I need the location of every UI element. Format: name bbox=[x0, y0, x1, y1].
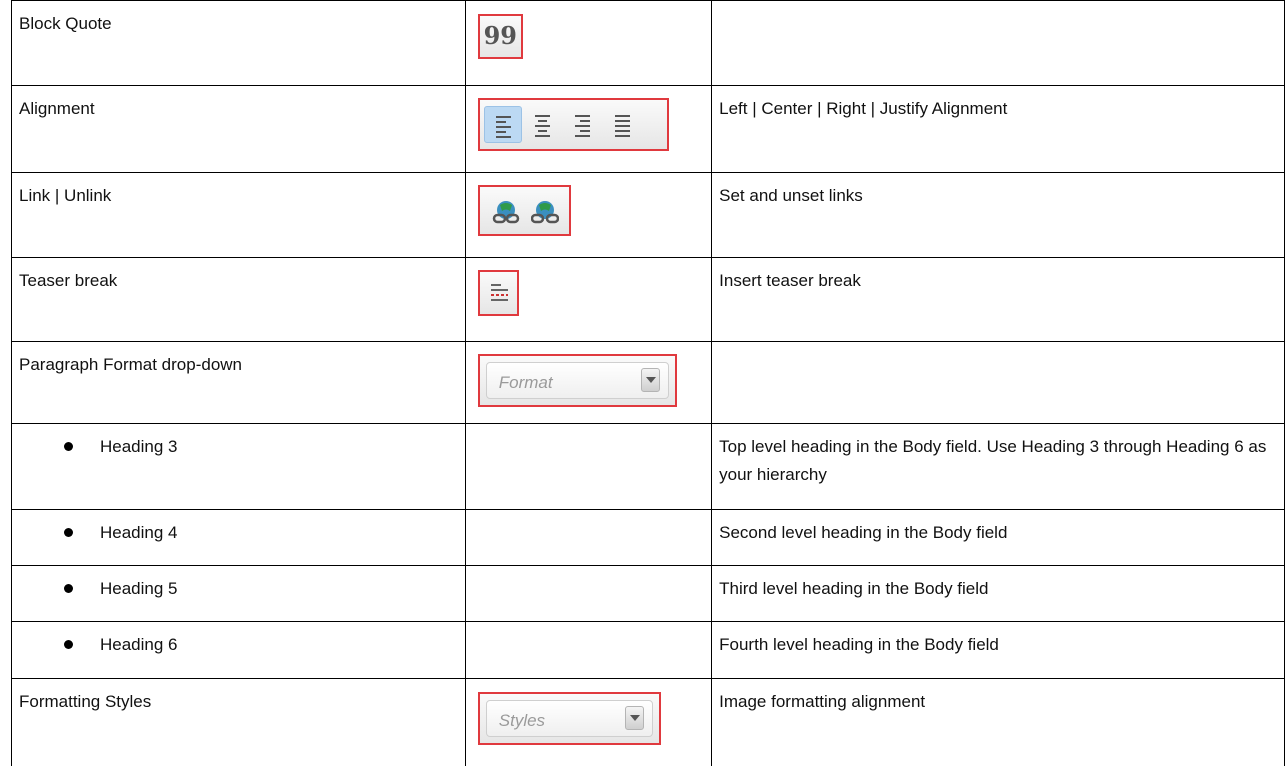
feature-label: Heading 4 bbox=[100, 523, 178, 542]
format-dropdown[interactable]: Format bbox=[485, 362, 669, 399]
styles-dropdown[interactable]: Styles bbox=[485, 700, 653, 737]
table-row: Heading 3 Top level heading in the Body … bbox=[11, 423, 1285, 510]
link-toolbar bbox=[477, 185, 571, 236]
bullet-icon bbox=[64, 583, 73, 593]
styles-dropdown-label: Styles bbox=[498, 711, 546, 730]
feature-label: Formatting Styles bbox=[11, 678, 466, 766]
feature-description: Top level heading in the Body field. Use… bbox=[711, 423, 1285, 510]
table-row: Formatting Styles Styles Image formattin… bbox=[11, 678, 1285, 766]
feature-label: Heading 5 bbox=[100, 579, 178, 598]
feature-label-bulleted: Heading 5 bbox=[11, 565, 466, 622]
toolbar-snippet-cell bbox=[464, 423, 713, 510]
format-dropdown-snippet: Format bbox=[477, 354, 677, 407]
table-row: Paragraph Format drop-down Format bbox=[11, 341, 1285, 424]
bullet-icon bbox=[64, 527, 73, 537]
teaser-break-button[interactable] bbox=[477, 270, 519, 316]
bullet-icon bbox=[64, 441, 73, 451]
feature-label: Alignment bbox=[11, 85, 466, 173]
toolbar-snippet-cell bbox=[464, 621, 713, 679]
feature-description: Image formatting alignment bbox=[711, 678, 1285, 766]
unlink-icon[interactable] bbox=[530, 199, 559, 225]
feature-label: Block Quote bbox=[11, 0, 466, 86]
align-center-icon[interactable] bbox=[524, 106, 562, 143]
feature-label-bulleted: Heading 3 bbox=[11, 423, 466, 510]
feature-label: Heading 3 bbox=[100, 437, 178, 456]
feature-label: Heading 6 bbox=[100, 635, 178, 654]
feature-description: Insert teaser break bbox=[711, 257, 1285, 342]
align-left-icon[interactable] bbox=[483, 106, 522, 143]
feature-label: Teaser break bbox=[11, 257, 466, 342]
toolbar-snippet-cell: Styles bbox=[464, 678, 713, 766]
teaser-break-icon bbox=[490, 284, 508, 304]
align-right-icon[interactable] bbox=[564, 106, 602, 143]
table-row: Heading 5 Third level heading in the Bod… bbox=[11, 565, 1285, 622]
chevron-down-icon[interactable] bbox=[624, 706, 644, 730]
bullet-icon bbox=[64, 639, 73, 649]
format-dropdown-label: Format bbox=[498, 373, 553, 392]
toolbar-snippet-cell bbox=[464, 565, 713, 622]
toolbar-snippet-cell: 99 bbox=[464, 0, 713, 86]
feature-label-bulleted: Heading 6 bbox=[11, 621, 466, 679]
table-row: Heading 4 Second level heading in the Bo… bbox=[11, 509, 1285, 566]
toolbar-snippet-cell: Format bbox=[464, 341, 713, 424]
table-row: Heading 6 Fourth level heading in the Bo… bbox=[11, 621, 1285, 679]
block-quote-button[interactable]: 99 bbox=[477, 14, 523, 59]
styles-dropdown-snippet: Styles bbox=[477, 692, 661, 745]
table-row: Block Quote 99 bbox=[11, 0, 1285, 86]
toolbar-snippet-cell bbox=[464, 509, 713, 566]
feature-description bbox=[711, 341, 1285, 424]
feature-label-bulleted: Heading 4 bbox=[11, 509, 466, 566]
link-icon[interactable] bbox=[492, 199, 520, 225]
feature-description bbox=[711, 0, 1285, 86]
feature-table: Block Quote 99 Alignment Left | Center |… bbox=[11, 0, 1285, 766]
chevron-down-icon[interactable] bbox=[640, 368, 660, 392]
feature-description: Fourth level heading in the Body field bbox=[711, 621, 1285, 679]
feature-description: Third level heading in the Body field bbox=[711, 565, 1285, 622]
table-row: Teaser break Insert teaser break bbox=[11, 257, 1285, 342]
table-row: Alignment Left | Center | Right | Justif… bbox=[11, 85, 1285, 173]
toolbar-snippet-cell bbox=[464, 257, 713, 342]
feature-label: Paragraph Format drop-down bbox=[11, 341, 466, 424]
feature-label: Link | Unlink bbox=[11, 172, 466, 258]
feature-description: Set and unset links bbox=[711, 172, 1285, 258]
quote-icon: 99 bbox=[483, 21, 517, 50]
table-row: Link | Unlink Set and unset links bbox=[11, 172, 1285, 258]
toolbar-snippet-cell bbox=[464, 85, 713, 173]
alignment-toolbar bbox=[477, 98, 669, 151]
align-justify-icon[interactable] bbox=[604, 106, 642, 143]
feature-description: Left | Center | Right | Justify Alignmen… bbox=[711, 85, 1285, 173]
feature-description: Second level heading in the Body field bbox=[711, 509, 1285, 566]
toolbar-snippet-cell bbox=[464, 172, 713, 258]
